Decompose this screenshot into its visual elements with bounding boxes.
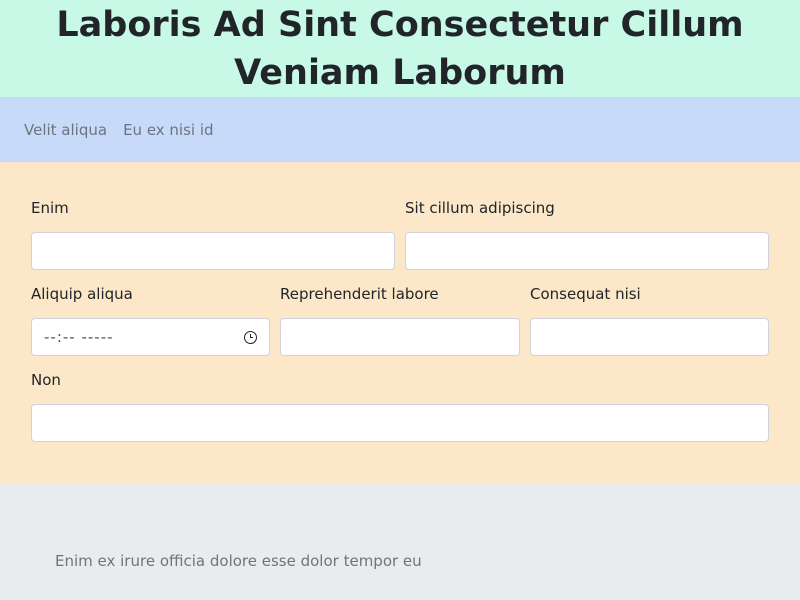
- top-nav: Velit aliqua Eu ex nisi id: [0, 97, 800, 162]
- field-label-sit-cillum-adipiscing: Sit cillum adipiscing: [405, 199, 555, 217]
- field-label-aliquip-aliqua: Aliquip aliqua: [31, 285, 133, 303]
- field-reprehenderit-labore: Reprehenderit labore: [280, 284, 520, 356]
- page-header: Laboris Ad Sint Consectetur Cillum Venia…: [0, 0, 800, 97]
- page-title: Laboris Ad Sint Consectetur Cillum Venia…: [56, 4, 744, 93]
- time-input-value: --:-- -----: [44, 328, 114, 346]
- enim-input[interactable]: [31, 232, 395, 270]
- clock-icon[interactable]: [244, 330, 257, 344]
- consequat-nisi-input[interactable]: [530, 318, 769, 356]
- form-section: Enim Sit cillum adipiscing Aliquip aliqu…: [0, 162, 800, 484]
- sit-cillum-adipiscing-input[interactable]: [405, 232, 769, 270]
- field-aliquip-aliqua: Aliquip aliqua --:-- -----: [31, 284, 270, 356]
- nav-link-velit-aliqua[interactable]: Velit aliqua: [24, 121, 107, 139]
- nav-link-eu-ex-nisi-id[interactable]: Eu ex nisi id: [123, 121, 213, 139]
- field-sit-cillum-adipiscing: Sit cillum adipiscing: [405, 198, 769, 270]
- field-label-reprehenderit-labore: Reprehenderit labore: [280, 285, 439, 303]
- field-label-non: Non: [31, 371, 61, 389]
- footer-text: Enim ex irure officia dolore esse dolor …: [55, 552, 422, 570]
- reprehenderit-labore-input[interactable]: [280, 318, 520, 356]
- field-enim: Enim: [31, 198, 395, 270]
- field-consequat-nisi: Consequat nisi: [530, 284, 769, 356]
- page-footer: Enim ex irure officia dolore esse dolor …: [0, 484, 800, 600]
- field-label-consequat-nisi: Consequat nisi: [530, 285, 641, 303]
- non-input[interactable]: [31, 404, 769, 442]
- field-label-enim: Enim: [31, 199, 69, 217]
- field-non: Non: [31, 370, 769, 442]
- aliquip-aliqua-time-input[interactable]: --:-- -----: [31, 318, 270, 356]
